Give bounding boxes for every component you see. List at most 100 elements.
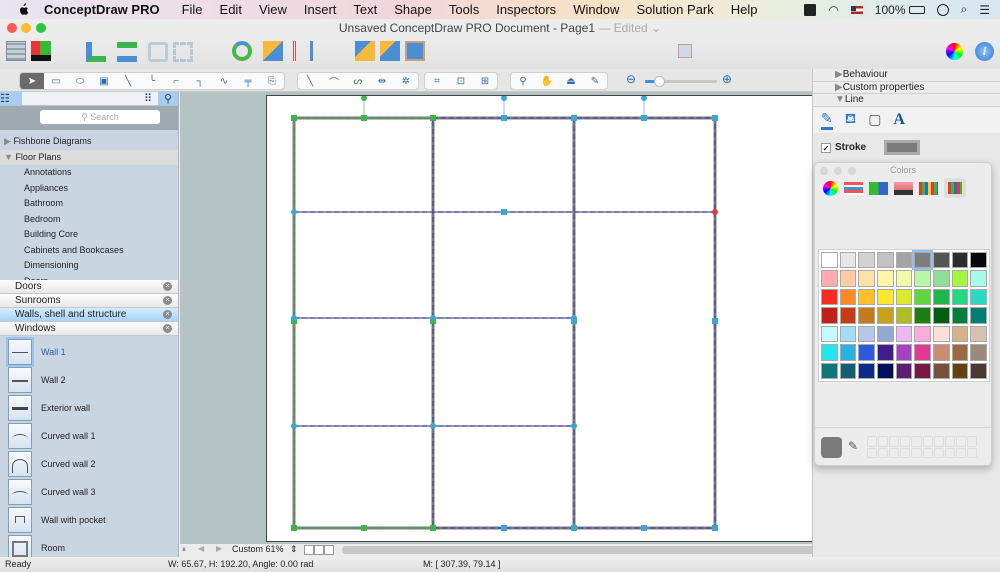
color-swatch[interactable]: [951, 344, 969, 361]
connection-point[interactable]: [571, 423, 577, 429]
org-chart-icon[interactable]: [117, 42, 137, 62]
color-swatch[interactable]: [839, 288, 857, 306]
resize-handle[interactable]: [501, 525, 507, 531]
close-library-icon[interactable]: ×: [163, 296, 172, 305]
solutions-icon[interactable]: [31, 41, 51, 61]
menu-tools[interactable]: Tools: [449, 2, 479, 17]
color-swatch[interactable]: [932, 252, 950, 269]
notification-center-icon[interactable]: ☰: [979, 3, 990, 17]
color-swatch[interactable]: [895, 252, 913, 269]
menu-edit[interactable]: Edit: [220, 2, 242, 17]
text-format-icon[interactable]: A: [893, 111, 905, 129]
custom-color-slot[interactable]: [944, 447, 955, 458]
tree-item-bathroom[interactable]: Bathroom: [0, 196, 178, 212]
shape-wall-2[interactable]: Wall 2: [0, 366, 178, 394]
library-search-input[interactable]: ⚲ Search: [40, 110, 160, 124]
direct-connector-icon[interactable]: ╲: [116, 73, 140, 89]
resize-handle[interactable]: [430, 115, 436, 121]
custom-color-slot[interactable]: [889, 436, 900, 447]
resize-handle[interactable]: [712, 115, 718, 121]
arc-connector-icon[interactable]: ╰: [140, 73, 164, 89]
custom-color-slot[interactable]: [933, 447, 944, 458]
color-swatch[interactable]: [876, 325, 894, 343]
tree-item-appliances[interactable]: Appliances: [0, 181, 178, 197]
section-custom-properties[interactable]: ▶Custom properties: [813, 81, 1000, 94]
color-swatch[interactable]: [876, 344, 894, 361]
color-swatch[interactable]: [895, 325, 913, 343]
custom-color-slot[interactable]: [966, 447, 977, 458]
apple-icon[interactable]: [16, 2, 30, 17]
menu-file[interactable]: File: [182, 2, 203, 17]
color-swatch[interactable]: [821, 252, 838, 269]
menu-insert[interactable]: Insert: [304, 2, 337, 17]
custom-color-slot[interactable]: [911, 436, 922, 447]
color-swatch[interactable]: [876, 270, 894, 287]
chain-connector-icon[interactable]: ╤: [236, 73, 260, 89]
color-swatch[interactable]: [951, 252, 969, 269]
connection-point[interactable]: [571, 315, 577, 321]
line-pen-icon[interactable]: ✎: [821, 110, 833, 130]
close-library-icon[interactable]: ×: [163, 310, 172, 319]
color-sliders-mode-icon[interactable]: [844, 181, 863, 195]
custom-color-slot[interactable]: [933, 436, 944, 447]
shape-curved-wall-2[interactable]: Curved wall 2: [0, 450, 178, 478]
color-swatch[interactable]: [821, 288, 838, 306]
custom-color-slot[interactable]: [966, 436, 977, 447]
color-wheel-mode-icon[interactable]: [823, 180, 838, 196]
color-swatch[interactable]: [858, 307, 875, 324]
color-swatch[interactable]: [821, 344, 838, 361]
connection-point[interactable]: [291, 423, 297, 429]
eyedropper-icon[interactable]: ✎: [848, 439, 858, 453]
selected-green-room[interactable]: [292, 116, 435, 530]
canvas-area[interactable]: [180, 92, 900, 544]
resize-handle[interactable]: [712, 525, 718, 531]
wall-rect[interactable]: [292, 116, 435, 530]
custom-color-slot[interactable]: [922, 447, 933, 458]
round-connector-icon[interactable]: ┐: [188, 73, 212, 89]
color-swatch[interactable]: [876, 252, 894, 269]
color-swatch[interactable]: [914, 325, 931, 343]
custom-color-slot[interactable]: [955, 436, 966, 447]
current-color-well[interactable]: [821, 437, 842, 458]
insert-icon[interactable]: ⎘: [260, 73, 284, 89]
arrange-icon[interactable]: [355, 41, 375, 61]
arc-tool-icon[interactable]: ⌒: [322, 73, 346, 89]
flag-icon[interactable]: [850, 5, 863, 14]
shape-wall-with-pocket[interactable]: Wall with pocket: [0, 506, 178, 534]
menu-shape[interactable]: Shape: [394, 2, 432, 17]
clock-icon[interactable]: [936, 3, 949, 16]
group-icon[interactable]: [380, 41, 400, 61]
app-switcher-icon[interactable]: [804, 3, 817, 16]
color-swatch[interactable]: [895, 288, 913, 306]
image-palette-mode-icon[interactable]: [894, 181, 913, 195]
rotation-handle[interactable]: [361, 95, 367, 101]
connection-point[interactable]: [291, 209, 297, 215]
color-palettes-mode-icon[interactable]: [869, 181, 888, 195]
color-swatch[interactable]: [970, 288, 987, 306]
color-swatch[interactable]: [858, 362, 875, 379]
color-swatch[interactable]: [858, 252, 875, 269]
search-toggle-icon[interactable]: ⚲: [158, 92, 178, 105]
color-swatch[interactable]: [821, 270, 838, 287]
color-swatch[interactable]: [858, 270, 875, 287]
resize-handle[interactable]: [641, 525, 647, 531]
color-swatch[interactable]: [951, 288, 969, 306]
tree-item-dimensioning[interactable]: Dimensioning: [0, 258, 178, 274]
custom-color-slot[interactable]: [867, 436, 878, 447]
custom-color-slot[interactable]: [889, 447, 900, 458]
prev-page-icon[interactable]: ◀: [198, 544, 204, 553]
library-tab-doors[interactable]: Doors ×: [0, 280, 178, 294]
spotlight-icon[interactable]: ⌕: [961, 2, 968, 17]
edited-indicator[interactable]: — Edited: [598, 21, 647, 35]
custom-color-slot[interactable]: [900, 447, 911, 458]
menu-app-name[interactable]: ConceptDraw PRO: [44, 2, 160, 17]
menu-solution-park[interactable]: Solution Park: [636, 2, 713, 17]
tree-view-icon[interactable]: ☷: [0, 92, 22, 105]
select-tool-icon[interactable]: ➤: [20, 73, 44, 89]
crayons-mode-icon[interactable]: [919, 181, 938, 195]
custom-color-slot[interactable]: [867, 447, 878, 458]
color-swatch[interactable]: [951, 270, 969, 287]
color-swatch[interactable]: [932, 288, 950, 306]
menu-help[interactable]: Help: [731, 2, 758, 17]
color-swatch[interactable]: [839, 252, 857, 269]
